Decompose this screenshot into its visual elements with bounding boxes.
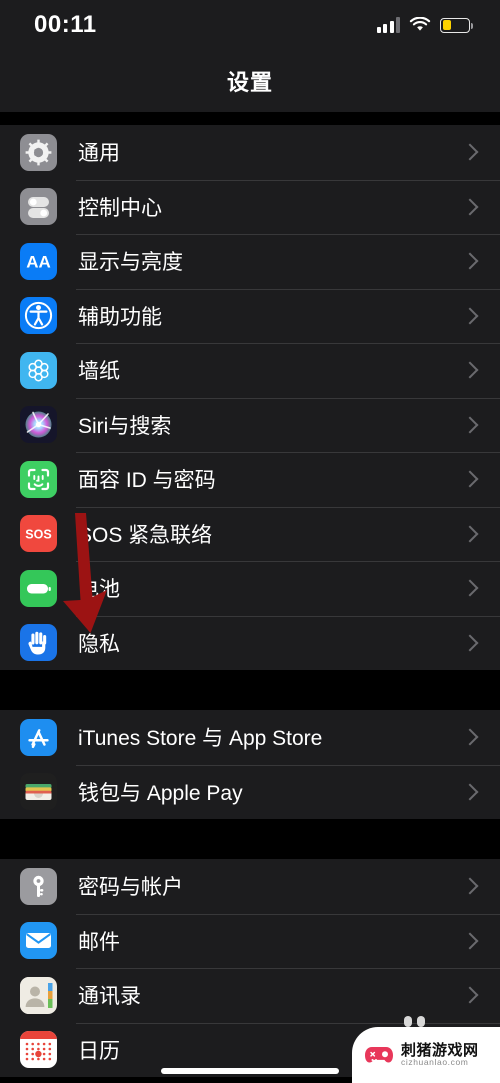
settings-row-label: 邮件 bbox=[78, 930, 120, 954]
settings-row-privacy[interactable]: 隐私 bbox=[0, 615, 500, 671]
settings-row-label: 通用 bbox=[78, 142, 120, 166]
navigation-bar: 设置 bbox=[0, 50, 500, 112]
wifi-icon bbox=[409, 17, 431, 33]
settings-row-itunes-app-store[interactable]: iTunes Store 与 App Store bbox=[0, 710, 500, 765]
chevron-right-icon bbox=[460, 726, 482, 748]
chevron-right-icon bbox=[460, 250, 482, 272]
settings-row-control-center[interactable]: 控制中心 bbox=[0, 179, 500, 235]
settings-row-accessibility[interactable]: 辅助功能 bbox=[0, 288, 500, 344]
settings-row-label: 面容 ID 与密码 bbox=[78, 469, 216, 493]
battery-green-icon bbox=[20, 569, 57, 607]
settings-row-passwords-accounts[interactable]: 密码与帐户 bbox=[0, 859, 500, 914]
battery-low-power-icon bbox=[440, 17, 473, 33]
chevron-right-icon bbox=[460, 523, 482, 545]
chevron-right-icon bbox=[460, 414, 482, 436]
settings-row-label: 密码与帐户 bbox=[78, 876, 183, 900]
settings-row-label: 通讯录 bbox=[78, 985, 141, 1009]
settings-row-battery[interactable]: 电池 bbox=[0, 561, 500, 616]
settings-group-store: iTunes Store 与 App Store 钱包与 Apple Pay bbox=[0, 710, 500, 819]
svg-text:SOS: SOS bbox=[25, 528, 51, 542]
chevron-right-icon bbox=[460, 468, 482, 490]
privacy-hand-icon bbox=[20, 624, 57, 662]
key-icon bbox=[20, 867, 57, 905]
app-store-icon bbox=[20, 718, 57, 756]
settings-row-general[interactable]: 通用 bbox=[0, 125, 500, 180]
calendar-icon bbox=[20, 1031, 57, 1069]
settings-row-contacts[interactable]: 通讯录 bbox=[0, 968, 500, 1023]
settings-row-label: 辅助功能 bbox=[78, 305, 162, 329]
settings-row-label: Siri与搜索 bbox=[78, 414, 172, 438]
settings-row-label: 墙纸 bbox=[78, 360, 120, 384]
page-title: 设置 bbox=[226, 70, 273, 95]
group-gap bbox=[0, 819, 500, 859]
group-gap bbox=[0, 670, 500, 710]
face-id-icon bbox=[20, 460, 57, 498]
status-bar: 00:11 bbox=[0, 0, 500, 50]
watermark-text: 刺猪游戏网 cizhuanlao.com bbox=[401, 1041, 479, 1068]
status-bar-indicators bbox=[376, 17, 473, 33]
wallet-icon bbox=[20, 773, 57, 811]
display-brightness-aa-icon: AA bbox=[20, 242, 57, 280]
settings-row-emergency-sos[interactable]: SOS SOS 紧急联络 bbox=[0, 506, 500, 562]
mail-envelope-icon bbox=[20, 922, 57, 960]
watermark-dots bbox=[404, 1016, 425, 1027]
chevron-right-icon bbox=[460, 577, 482, 599]
chevron-right-icon bbox=[460, 359, 482, 381]
settings-row-label: 隐私 bbox=[78, 632, 120, 656]
settings-group-system: 通用 控制中心 AA 显示与亮度 辅助功能 墙纸 Siri与搜索 面容 ID 与… bbox=[0, 125, 500, 670]
chevron-right-icon bbox=[460, 984, 482, 1006]
chevron-right-icon bbox=[460, 141, 482, 163]
chevron-right-icon bbox=[460, 875, 482, 897]
settings-row-label: 钱包与 Apple Pay bbox=[78, 781, 243, 805]
accessibility-icon bbox=[20, 297, 57, 335]
cellular-signal-icon bbox=[376, 17, 400, 33]
gear-icon bbox=[20, 133, 57, 171]
siri-orb-icon bbox=[20, 406, 57, 444]
settings-row-label: 显示与亮度 bbox=[78, 251, 183, 275]
settings-row-label: 控制中心 bbox=[78, 196, 162, 220]
watermark-url: cizhuanlao.com bbox=[401, 1057, 469, 1068]
site-watermark: 刺猪游戏网 cizhuanlao.com bbox=[352, 1016, 500, 1083]
gamepad-icon bbox=[364, 1044, 394, 1066]
home-indicator[interactable] bbox=[161, 1068, 339, 1074]
settings-row-label: SOS 紧急联络 bbox=[78, 523, 213, 547]
settings-row-mail[interactable]: 邮件 bbox=[0, 913, 500, 969]
chevron-right-icon bbox=[460, 781, 482, 803]
settings-row-face-id-passcode[interactable]: 面容 ID 与密码 bbox=[0, 452, 500, 507]
settings-row-display-brightness[interactable]: AA 显示与亮度 bbox=[0, 234, 500, 289]
status-bar-time: 00:11 bbox=[34, 11, 97, 38]
contacts-icon bbox=[20, 976, 57, 1014]
chevron-right-icon bbox=[460, 632, 482, 654]
iphone-settings-screen: 00:11 设置 通用 控制中心 AA 显示与亮度 辅助功能 墙纸 Siri与搜… bbox=[0, 0, 500, 1083]
chevron-right-icon bbox=[460, 196, 482, 218]
chevron-right-icon bbox=[460, 305, 482, 327]
settings-row-label: 电池 bbox=[78, 578, 120, 602]
wallpaper-flower-icon bbox=[20, 351, 57, 389]
settings-row-label: iTunes Store 与 App Store bbox=[78, 727, 323, 751]
control-center-toggles-icon bbox=[20, 188, 57, 226]
watermark-title: 刺猪游戏网 bbox=[401, 1041, 479, 1059]
svg-text:AA: AA bbox=[26, 252, 51, 271]
settings-row-wallet-apple-pay[interactable]: 钱包与 Apple Pay bbox=[0, 764, 500, 820]
settings-row-siri-search[interactable]: Siri与搜索 bbox=[0, 397, 500, 453]
group-gap bbox=[0, 112, 500, 125]
settings-row-wallpaper[interactable]: 墙纸 bbox=[0, 343, 500, 398]
chevron-right-icon bbox=[460, 930, 482, 952]
sos-icon: SOS bbox=[20, 515, 57, 553]
